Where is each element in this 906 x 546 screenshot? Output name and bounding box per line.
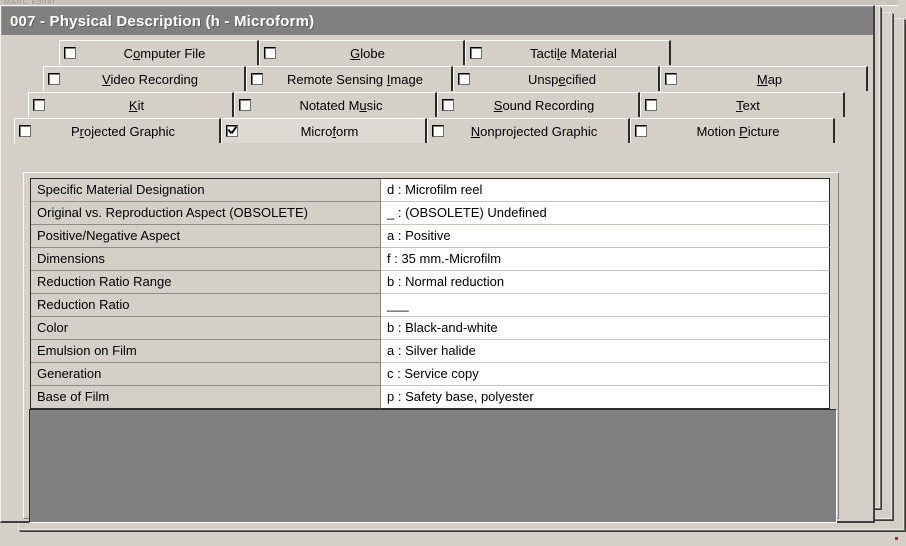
grid-row-value[interactable]: ___ [381,294,830,317]
grid-row-label: Positive/Negative Aspect [31,225,381,248]
tab-label: Tactile Material [530,45,617,61]
grid-row-label: Reduction Ratio Range [31,271,381,294]
grid-row-label: Original vs. Reproduction Aspect (OBSOLE… [31,202,381,225]
tab-row-2: Video Recording Remote Sensing Image Unspe… [43,66,868,91]
tab-checkbox[interactable] [251,73,263,85]
tab-row-4: Projected Graphic Microform Nonprojected G… [14,118,835,143]
grid-row-label: Base of Film [31,386,381,409]
tab-checkbox[interactable] [458,73,470,85]
grid-row-label: Generation [31,363,381,386]
grid-row[interactable]: Generation c : Service copy [31,363,830,386]
tab-checkbox[interactable] [432,125,444,137]
tab-checkbox[interactable] [264,47,276,59]
grid-row[interactable]: Reduction Ratio Range b : Normal reductio… [31,271,830,294]
tab-label: Motion Picture [696,123,780,139]
grid-row[interactable]: Base of Film p : Safety base, polyester [31,386,830,409]
tab-label: Sound Recording [493,97,595,113]
grid-row[interactable]: Dimensions f : 35 mm.-Microfilm [31,248,830,271]
tab-tactile-material[interactable]: Tactile Material [465,40,671,65]
tab-microform[interactable]: Microform [221,118,427,143]
grid-row-value[interactable]: f : 35 mm.-Microfilm [381,248,830,271]
grid-row-value[interactable]: c : Service copy [381,363,830,386]
grid-row-label: Dimensions [31,248,381,271]
grid-row[interactable]: Reduction Ratio ___ [31,294,830,317]
tab-sound-recording[interactable]: Sound Recording [437,92,640,117]
tab-label: Microform [300,123,359,139]
tab-checkbox[interactable] [33,99,45,111]
grid-row-value[interactable]: b : Black-and-white [381,317,830,340]
tab-computer-file[interactable]: Computer File [59,40,259,65]
tab-checkbox[interactable] [645,99,657,111]
tab-label: Projected Graphic [70,123,176,139]
tab-unspecified[interactable]: Unspecified [453,66,660,91]
grid-row-value[interactable]: b : Normal reduction [381,271,830,294]
window-titlebar[interactable]: 007 - Physical Description (h - Microfor… [1,6,873,35]
grid-row-label: Specific Material Designation [31,179,381,202]
tab-label: Kit [128,97,145,113]
grid-row-label: Reduction Ratio [31,294,381,317]
grid-row-value[interactable]: d : Microfilm reel [381,179,830,202]
tab-globe[interactable]: Globe [259,40,465,65]
grid-row[interactable]: Positive/Negative Aspect a : Positive [31,225,830,248]
window-title: 007 - Physical Description (h - Microfor… [10,12,315,30]
tab-video-recording[interactable]: Video Recording [43,66,246,91]
grid-row-value[interactable]: p : Safety base, polyester [381,386,830,409]
tab-label: Map [756,71,783,87]
grid-row-value[interactable]: a : Positive [381,225,830,248]
tab-row-3: Kit Notated Music Sound Recording Text [28,92,845,117]
tab-checkbox[interactable] [226,125,238,137]
format-tab-deck: Computer File Globe Tactile Material Video… [1,35,873,163]
grid-row-label: Emulsion on Film [31,340,381,363]
tab-text[interactable]: Text [640,92,845,117]
tab-remote-sensing-image[interactable]: Remote Sensing Image [246,66,453,91]
check-icon [227,125,237,137]
tab-checkbox[interactable] [19,125,31,137]
tab-label: Unspecified [528,71,596,87]
tab-label: Text [736,97,760,113]
tab-checkbox[interactable] [64,47,76,59]
empty-detail-panel [29,409,837,523]
tab-checkbox[interactable] [48,73,60,85]
tab-checkbox[interactable] [239,99,251,111]
tab-checkbox[interactable] [665,73,677,85]
tab-checkbox[interactable] [470,47,482,59]
grid-row-value[interactable]: _ : (OBSOLETE) Undefined [381,202,830,225]
tab-motion-picture[interactable]: Motion Picture [630,118,835,143]
tab-row-1: Computer File Globe Tactile Material [59,40,671,65]
tab-label: Video Recording [102,71,198,87]
grid-row[interactable]: Emulsion on Film a : Silver halide [31,340,830,363]
grid-row-value[interactable]: a : Silver halide [381,340,830,363]
tab-nonprojected-graphic[interactable]: Nonprojected Graphic [427,118,630,143]
tab-label: Notated Music [299,97,383,113]
status-marker [895,537,898,540]
tab-label: Globe [350,45,385,61]
tab-checkbox[interactable] [635,125,647,137]
grid-row[interactable]: Original vs. Reproduction Aspect (OBSOLE… [31,202,830,225]
grid-row[interactable]: Specific Material Designation d : Microfi… [31,179,830,202]
tab-label: Remote Sensing Image [287,71,423,87]
tab-label: Nonprojected Graphic [470,123,598,139]
tab-kit[interactable]: Kit [28,92,234,117]
tab-map[interactable]: Map [660,66,868,91]
grid-row[interactable]: Color b : Black-and-white [31,317,830,340]
tab-label: Computer File [123,45,206,61]
field-grid: Specific Material Designation d : Microfi… [30,178,830,409]
tab-notated-music[interactable]: Notated Music [234,92,437,117]
physical-description-window: 007 - Physical Description (h - Microfor… [0,5,875,523]
tab-checkbox[interactable] [442,99,454,111]
grid-row-label: Color [31,317,381,340]
tab-projected-graphic[interactable]: Projected Graphic [14,118,221,143]
